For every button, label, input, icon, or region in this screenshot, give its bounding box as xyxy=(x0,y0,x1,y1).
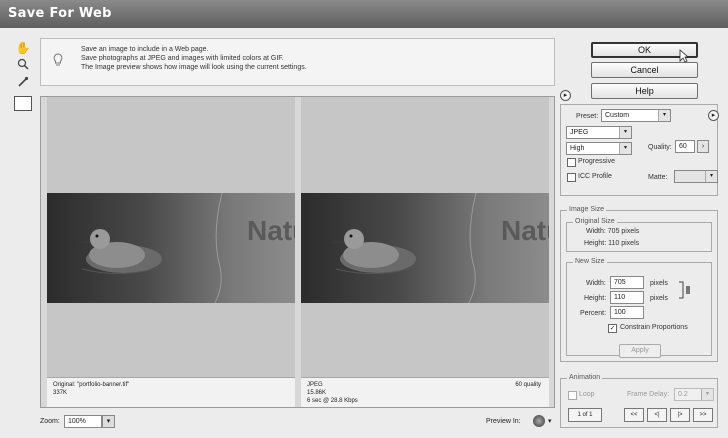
quality-slider-arrow-icon[interactable]: › xyxy=(697,140,709,153)
chevron-down-icon: ▾ xyxy=(619,127,631,138)
constrain-proportions-checkbox[interactable]: ✓ xyxy=(608,324,617,333)
preview-in-label: Preview In: xyxy=(486,418,521,425)
preview-area: Natu Original: "portfolio-banner.tif" 33… xyxy=(40,96,555,408)
hand-tool-icon[interactable]: ✋ xyxy=(14,40,32,56)
next-frame-button[interactable]: |> xyxy=(670,408,690,422)
banner-text: Natu xyxy=(501,215,549,246)
zoom-dropdown-icon[interactable]: ▾ xyxy=(102,415,115,428)
last-frame-button[interactable]: >> xyxy=(693,408,713,422)
image-size-heading: Image Size xyxy=(567,206,607,213)
icc-profile-label: ICC Profile xyxy=(578,173,612,180)
original-filesize: 337K xyxy=(53,390,68,396)
optimized-format: JPEG xyxy=(307,382,323,388)
height-unit: pixels xyxy=(650,295,668,302)
height-label: Height: xyxy=(584,295,607,302)
loop-checkbox[interactable] xyxy=(568,391,577,400)
preset-value: Custom xyxy=(605,112,630,119)
apply-button[interactable]: Apply xyxy=(619,344,661,358)
info-text: Save an image to include in a Web page. … xyxy=(81,45,307,72)
progressive-checkbox[interactable] xyxy=(567,158,576,167)
icc-profile-checkbox[interactable] xyxy=(567,173,576,182)
quality-input[interactable]: 60 xyxy=(675,140,695,153)
quality-level-value: High xyxy=(570,145,585,152)
format-select[interactable]: JPEG ▾ xyxy=(566,126,632,139)
optimized-preview-pane[interactable]: Natu JPEG 15.86K 6 sec @ 28.8 Kbps 60 qu… xyxy=(301,97,549,407)
browser-dropdown-icon[interactable]: ▾ xyxy=(548,417,552,425)
title-bar: Save For Web xyxy=(0,0,728,28)
zoom-tool-icon[interactable] xyxy=(14,58,32,74)
zoom-label: Zoom: xyxy=(40,418,60,425)
constrain-link-icon xyxy=(678,281,692,301)
percent-label: Percent: xyxy=(580,310,607,317)
chevron-down-icon: ▾ xyxy=(619,143,631,154)
optimized-caption: JPEG 15.86K 6 sec @ 28.8 Kbps 60 quality xyxy=(301,377,549,407)
zoom-field[interactable]: 100% xyxy=(64,415,102,428)
help-button[interactable]: Help xyxy=(591,83,698,99)
preset-label: Preset: xyxy=(576,113,599,120)
height-input[interactable]: 110 xyxy=(610,291,644,304)
original-filename: Original: "portfolio-banner.tif" xyxy=(53,382,130,388)
animation-heading: Animation xyxy=(567,374,603,381)
frame-delay-select[interactable]: 0.2 ▾ xyxy=(674,388,714,401)
loop-label: Loop xyxy=(579,391,595,398)
width-label: Width: xyxy=(586,280,606,287)
optimized-image: Natu xyxy=(301,193,549,303)
preset-select[interactable]: Custom ▾ xyxy=(601,109,671,122)
eyedropper-tool-icon[interactable] xyxy=(14,76,32,92)
quality-level-select[interactable]: High ▾ xyxy=(566,142,632,155)
original-size-heading: Original Size xyxy=(573,218,617,225)
format-value: JPEG xyxy=(570,129,589,136)
original-size-group: Original Size xyxy=(566,218,712,252)
optimize-menu-icon[interactable]: ▸ xyxy=(708,110,719,121)
view-menu-icon[interactable]: ▸ xyxy=(560,90,571,101)
constrain-proportions-label: Constrain Proportions xyxy=(620,324,688,331)
new-size-heading: New Size xyxy=(573,258,607,265)
chevron-down-icon: ▾ xyxy=(705,171,717,182)
original-width-text: Width: 705 pixels xyxy=(586,228,640,235)
width-input[interactable]: 705 xyxy=(610,276,644,289)
banner-text: Natu xyxy=(247,215,295,246)
progressive-label: Progressive xyxy=(578,158,615,165)
frame-delay-value: 0.2 xyxy=(678,391,688,398)
cancel-button[interactable]: Cancel xyxy=(591,62,698,78)
frame-counter: 1 of 1 xyxy=(568,408,602,422)
original-caption: Original: "portfolio-banner.tif" 337K xyxy=(47,377,295,407)
original-image: Natu xyxy=(47,193,295,303)
toolbox: ✋ xyxy=(14,40,34,94)
original-height-text: Height: 110 pixels xyxy=(584,240,640,247)
matte-label: Matte: xyxy=(648,174,668,181)
frame-delay-label: Frame Delay: xyxy=(627,391,670,398)
download-time: 6 sec @ 28.8 Kbps xyxy=(307,398,358,404)
info-line: The Image preview shows how image will l… xyxy=(81,64,307,71)
info-panel: Save an image to include in a Web page. … xyxy=(40,38,555,86)
first-frame-button[interactable]: << xyxy=(624,408,644,422)
previous-frame-button[interactable]: <| xyxy=(647,408,667,422)
quality-readout: 60 quality xyxy=(515,382,541,388)
chevron-down-icon: ▾ xyxy=(658,110,670,121)
optimized-filesize: 15.86K xyxy=(307,390,327,396)
browser-globe-icon[interactable] xyxy=(533,415,545,427)
bird-image xyxy=(330,229,417,274)
lightbulb-icon xyxy=(53,53,63,70)
bird-image xyxy=(76,229,163,274)
info-line: Save photographs at JPEG and images with… xyxy=(81,55,284,62)
percent-input[interactable]: 100 xyxy=(610,306,644,319)
matte-select[interactable]: ▾ xyxy=(674,170,718,183)
info-line: Save an image to include in a Web page. xyxy=(81,46,209,53)
eyedropper-color-swatch[interactable] xyxy=(14,96,32,111)
width-unit: pixels xyxy=(650,280,668,287)
quality-label: Quality: xyxy=(648,144,672,151)
window-title: Save For Web xyxy=(8,6,112,21)
original-preview-pane[interactable]: Natu Original: "portfolio-banner.tif" 33… xyxy=(47,97,295,407)
chevron-down-icon: ▾ xyxy=(701,389,713,400)
